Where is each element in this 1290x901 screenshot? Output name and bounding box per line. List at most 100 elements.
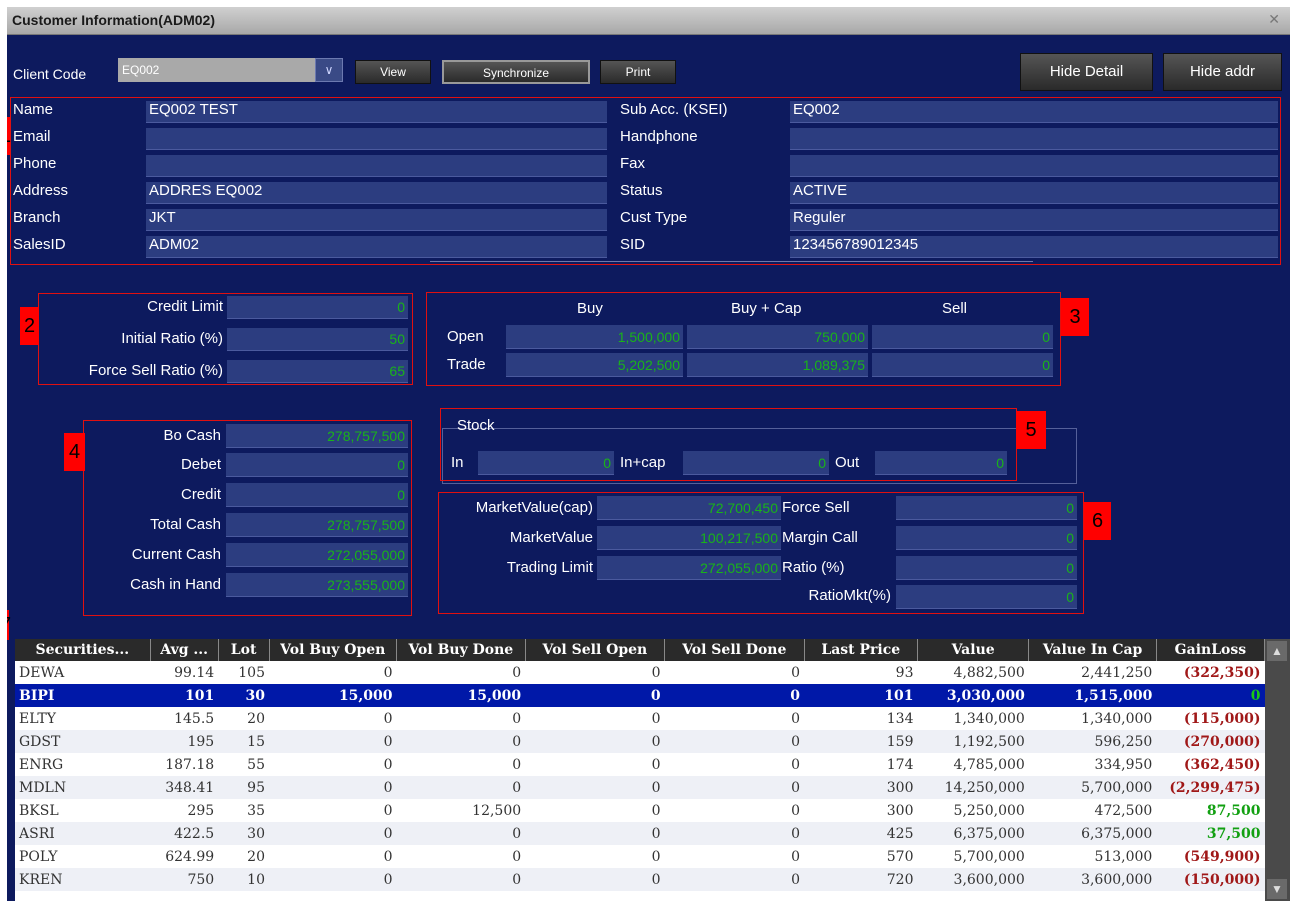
sell-header: Sell xyxy=(942,300,968,317)
fax-field xyxy=(790,155,1278,177)
table-row[interactable]: DEWA 99.14 105 0 0 0 0 93 4,882,500 2,441,250 (322… xyxy=(15,661,1265,684)
table-cell: (322,350) xyxy=(1183,664,1261,681)
bo-cash-value: 278,757,500 xyxy=(226,424,408,448)
table-cell: 3,600,000 xyxy=(953,871,1025,888)
table-scrollbar[interactable]: ▲ ▼ xyxy=(1265,639,1290,901)
table-cell: 425 xyxy=(886,825,914,842)
chevron-down-icon[interactable]: ∨ xyxy=(315,58,343,82)
phone-label: Phone xyxy=(13,155,57,172)
address-field: ADDRES EQ002 xyxy=(146,182,607,204)
hide-addr-button[interactable]: Hide addr xyxy=(1163,53,1282,91)
col-header-vol-sell-done[interactable]: Vol Sell Done xyxy=(664,639,805,661)
annotation-tag-5: 5 xyxy=(1016,411,1046,449)
mv-cap-label: MarketValue(cap) xyxy=(475,499,593,516)
open-sell-value: 0 xyxy=(872,325,1053,349)
table-cell: 0 xyxy=(512,825,522,842)
table-cell: GDST xyxy=(19,733,61,750)
trade-buycap-value: 1,089,375 xyxy=(687,353,868,377)
col-header-value[interactable]: Value xyxy=(917,639,1030,661)
col-header-last-price[interactable]: Last Price xyxy=(804,639,918,661)
table-cell: 0 xyxy=(512,871,522,888)
table-row[interactable]: ENRG 187.18 55 0 0 0 0 174 4,785,000 334,950 (362,… xyxy=(15,753,1265,776)
portfolio-table: Securities... Avg ... Lot Vol Buy Open V… xyxy=(15,639,1265,901)
force-sell-label: Force Sell xyxy=(782,499,850,516)
table-cell: 334,950 xyxy=(1094,756,1153,773)
credit-label: Credit xyxy=(180,486,221,503)
table-cell: (362,450) xyxy=(1183,756,1261,773)
table-cell: 0 xyxy=(791,779,800,796)
phone-field xyxy=(146,155,607,177)
sid-label: SID xyxy=(620,236,646,253)
table-row[interactable]: POLY 624.99 20 0 0 0 0 570 5,700,000 513,000 (549,… xyxy=(15,845,1265,868)
col-header-vol-sell-open[interactable]: Vol Sell Open xyxy=(525,639,666,661)
in-value: 0 xyxy=(478,451,614,475)
table-cell: (549,900) xyxy=(1183,848,1261,865)
table-cell: 300 xyxy=(886,802,914,819)
client-code-label: Client Code xyxy=(13,66,87,82)
col-header-lot[interactable]: Lot xyxy=(218,639,270,661)
col-header-gainloss[interactable]: GainLoss xyxy=(1156,639,1265,661)
table-cell: DEWA xyxy=(19,664,65,681)
ratio-value: 0 xyxy=(896,556,1077,580)
table-cell: 0 xyxy=(651,779,661,796)
trade-buy-value: 5,202,500 xyxy=(506,353,683,377)
hide-detail-button[interactable]: Hide Detail xyxy=(1020,53,1153,91)
col-header-avg[interactable]: Avg ... xyxy=(150,639,219,661)
table-cell: 12,500 xyxy=(472,802,522,819)
table-cell: 87,500 xyxy=(1206,802,1261,819)
print-button[interactable]: Print xyxy=(600,60,676,84)
col-header-value-in-cap[interactable]: Value In Cap xyxy=(1028,639,1157,661)
table-cell: 596,250 xyxy=(1094,733,1153,750)
table-cell: BIPI xyxy=(15,684,151,707)
synchronize-button[interactable]: Synchronize xyxy=(442,60,590,84)
table-cell: 295 xyxy=(187,802,215,819)
table-row[interactable]: ELTY 145.5 20 0 0 0 0 134 1,340,000 1,340,000 (115… xyxy=(15,707,1265,730)
table-cell: 0 xyxy=(383,825,393,842)
table-row[interactable]: ASRI 422.5 30 0 0 0 0 425 6,375,000 6,375,000 37,5… xyxy=(15,822,1265,845)
mv-value: 100,217,500 xyxy=(597,526,781,550)
table-cell: 0 xyxy=(791,733,800,750)
table-cell: 0 xyxy=(791,802,800,819)
annotation-tag-1: 1 xyxy=(7,117,11,155)
trade-label: Trade xyxy=(447,356,486,373)
table-cell: 422.5 xyxy=(174,825,215,842)
handphone-label: Handphone xyxy=(620,128,698,145)
client-code-input[interactable]: EQ002 xyxy=(118,58,315,82)
table-cell: 0 xyxy=(383,779,393,796)
table-cell: 0 xyxy=(791,848,800,865)
ratio-label: Ratio (%) xyxy=(782,559,845,576)
col-header-securities[interactable]: Securities... xyxy=(15,639,151,661)
table-cell: 101 xyxy=(150,684,219,707)
table-row[interactable]: MDLN 348.41 95 0 0 0 0 300 14,250,000 5,700,000 (2… xyxy=(15,776,1265,799)
table-cell: 95 xyxy=(247,779,265,796)
view-button[interactable]: View xyxy=(355,60,431,84)
close-icon[interactable]: ✕ xyxy=(1268,11,1280,28)
ratio-mkt-label: RatioMkt(%) xyxy=(808,587,891,604)
table-cell: 1,340,000 xyxy=(953,710,1025,727)
out-label: Out xyxy=(835,454,860,471)
table-cell: 0 xyxy=(791,871,800,888)
credit-value: 0 xyxy=(226,483,408,507)
col-header-vol-buy-open[interactable]: Vol Buy Open xyxy=(269,639,398,661)
table-row[interactable]: BIPI 101 30 15,000 15,000 0 0 101 3,030,000 1,515… xyxy=(15,684,1265,707)
table-cell: 0 xyxy=(664,684,804,707)
table-row[interactable]: GDST 195 15 0 0 0 0 159 1,192,500 596,250 (270,000… xyxy=(15,730,1265,753)
table-cell: (270,000) xyxy=(1183,733,1261,750)
table-row[interactable]: KREN 750 10 0 0 0 0 720 3,600,000 3,600,000 (150,0… xyxy=(15,868,1265,891)
table-cell: 5,700,000 xyxy=(1081,779,1153,796)
table-cell: 0 xyxy=(651,825,661,842)
table-row[interactable]: BKSL 295 35 0 12,500 0 0 300 5,250,000 472,500 87,… xyxy=(15,799,1265,822)
table-cell: 1,192,500 xyxy=(953,733,1025,750)
credit-limit-value: 0 xyxy=(227,296,408,319)
col-header-vol-buy-done[interactable]: Vol Buy Done xyxy=(396,639,526,661)
address-label: Address xyxy=(13,182,69,199)
table-cell: 35 xyxy=(247,802,265,819)
current-cash-value: 272,055,000 xyxy=(226,543,408,567)
table-cell: 195 xyxy=(187,733,215,750)
trade-sell-value: 0 xyxy=(872,353,1053,377)
scroll-down-icon[interactable]: ▼ xyxy=(1267,879,1287,899)
table-cell: 174 xyxy=(886,756,914,773)
scroll-up-icon[interactable]: ▲ xyxy=(1267,641,1287,661)
table-cell: 570 xyxy=(886,848,914,865)
annotation-tag-7: 7 xyxy=(7,610,11,640)
